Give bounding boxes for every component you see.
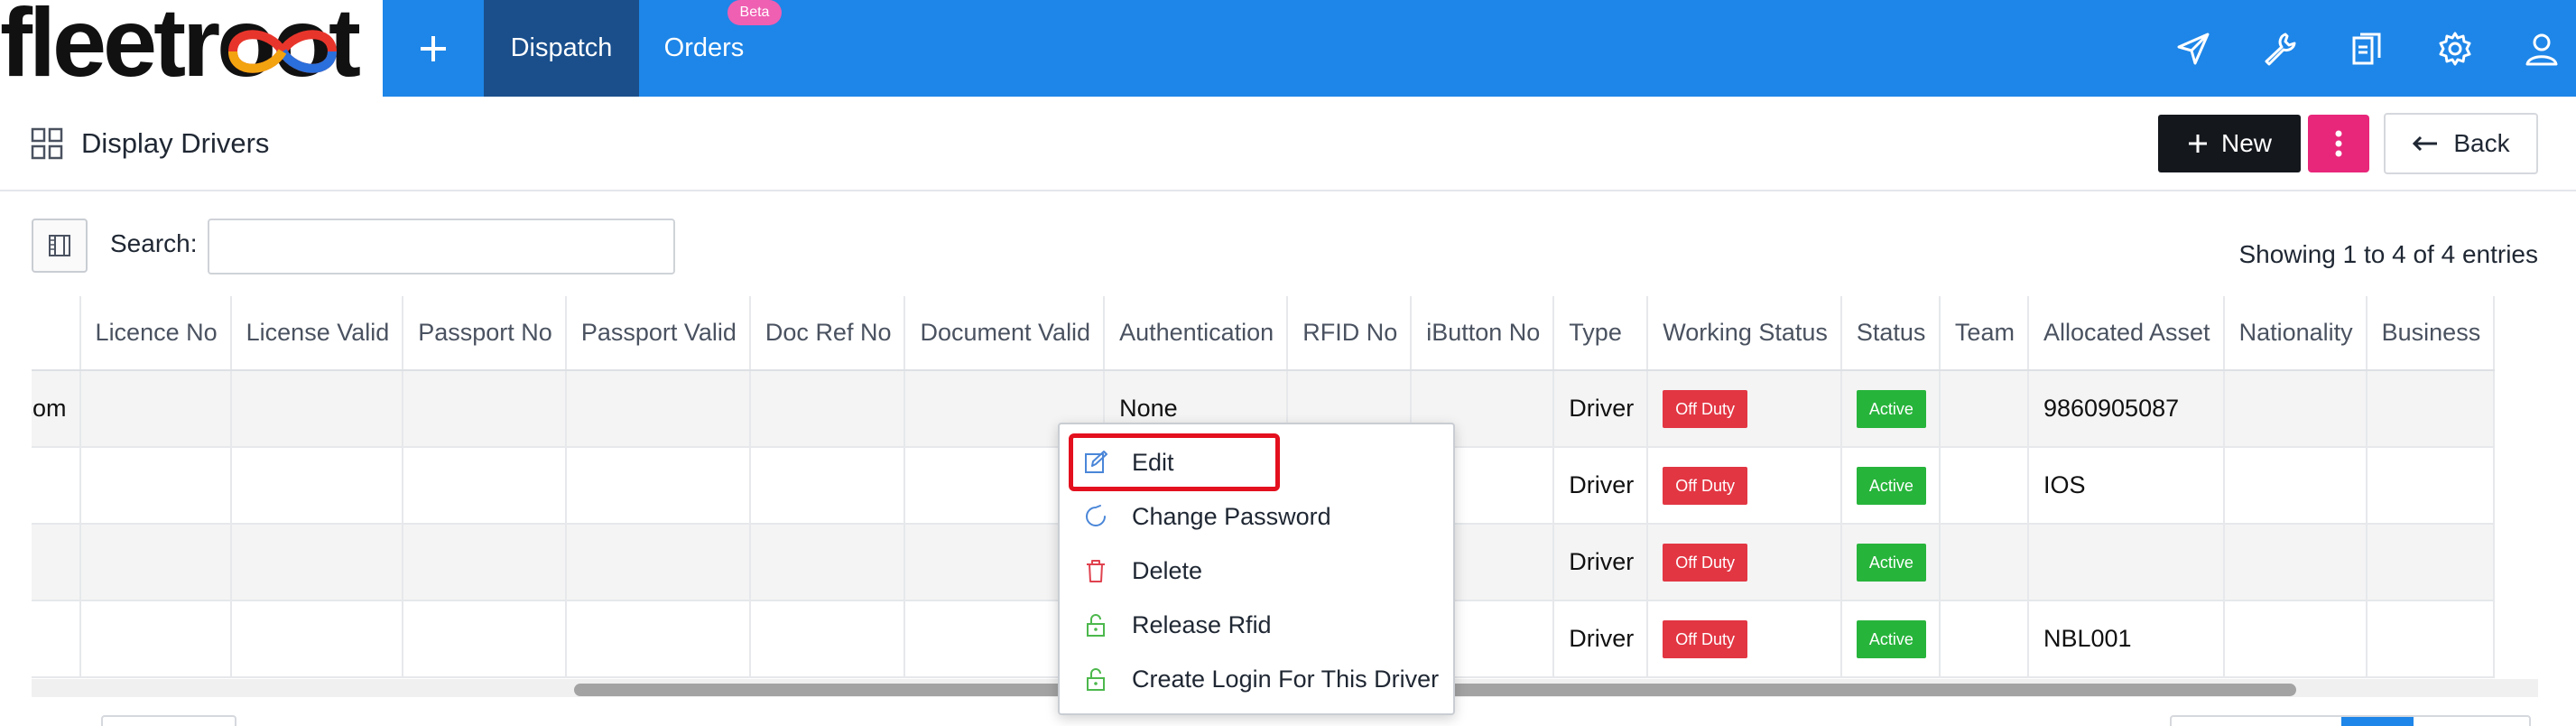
release-rfid-label: Release Rfid xyxy=(1132,610,1272,638)
status-cell: Active xyxy=(1840,524,1941,601)
column-header[interactable]: Doc Ref No xyxy=(749,296,906,371)
arrow-left-icon xyxy=(2413,135,2438,152)
gear-icon xyxy=(2439,32,2471,66)
status-cell: Active xyxy=(1840,370,1941,448)
working-status-badge: Off Duty xyxy=(1663,466,1747,505)
type-cell: Driver xyxy=(1553,600,1649,678)
working-status-badge: Off Duty xyxy=(1663,389,1747,428)
column-header[interactable]: Document Valid xyxy=(904,296,1106,371)
working-status-cell: Off Duty xyxy=(1647,600,1842,678)
edit-highlight-box xyxy=(1069,433,1280,491)
email-cell: com xyxy=(32,600,81,678)
search-label: Search: xyxy=(110,229,198,257)
allocated-asset-cell xyxy=(2027,524,2225,601)
grid-icon xyxy=(31,127,63,160)
column-header[interactable]: License Valid xyxy=(230,296,404,371)
column-header[interactable]: Type xyxy=(1553,296,1649,371)
change-password-label: Change Password xyxy=(1132,502,1331,530)
create-login-menu-item[interactable]: Create Login For This Driver xyxy=(1060,652,1453,706)
type-cell: Driver xyxy=(1553,524,1649,601)
column-header[interactable]: iButton No xyxy=(1411,296,1555,371)
working-status-badge: Off Duty xyxy=(1663,543,1747,582)
status-badge: Active xyxy=(1856,389,1926,428)
table-header-row: Licence No License Valid Passport No Pas… xyxy=(32,296,2496,371)
working-status-cell: Off Duty xyxy=(1647,447,1842,525)
refresh-icon xyxy=(1086,505,1106,526)
profile-button[interactable] xyxy=(2515,22,2569,76)
create-login-label: Create Login For This Driver xyxy=(1132,665,1440,693)
entries-info: Showing 1 to 4 of 4 entries xyxy=(2238,240,2538,268)
beta-badge: Beta xyxy=(727,0,782,25)
column-header[interactable]: Working Status xyxy=(1647,296,1842,371)
user-icon xyxy=(2525,33,2558,66)
wrench-icon xyxy=(2265,33,2296,66)
documents-icon xyxy=(2352,33,2381,65)
new-button[interactable]: New xyxy=(2158,115,2301,172)
column-header[interactable]: Status xyxy=(1840,296,1941,371)
tab-dispatch-label: Dispatch xyxy=(510,33,613,62)
status-badge: Active xyxy=(1856,543,1926,582)
column-header[interactable]: Team xyxy=(1939,296,2029,371)
status-cell: Active xyxy=(1840,447,1941,525)
logo[interactable]: fleetroot xyxy=(0,0,383,97)
email-cell xyxy=(32,524,81,601)
working-status-badge: Off Duty xyxy=(1663,619,1747,658)
column-header[interactable]: Passport No xyxy=(403,296,567,371)
page-header: Display Drivers New Back xyxy=(0,97,2576,191)
column-header[interactable]: RFID No xyxy=(1287,296,1413,371)
status-badge: Active xyxy=(1856,619,1926,658)
column-header[interactable]: Nationality xyxy=(2223,296,2368,371)
tab-dispatch[interactable]: Dispatch xyxy=(484,0,639,97)
column-header[interactable]: Authentication xyxy=(1104,296,1289,371)
working-status-cell: Off Duty xyxy=(1647,370,1842,448)
tab-orders-label: Orders xyxy=(663,33,745,62)
change-password-menu-item[interactable]: Change Password xyxy=(1060,489,1453,544)
unlock-icon xyxy=(1087,668,1105,691)
search-input[interactable] xyxy=(208,219,675,275)
pagination-active-page[interactable] xyxy=(2341,717,2414,726)
add-button[interactable] xyxy=(383,0,484,97)
column-header[interactable]: Business xyxy=(2366,296,2496,371)
columns-icon xyxy=(49,235,70,256)
allocated-asset-cell: NBL001 xyxy=(2027,600,2225,678)
plus-icon xyxy=(421,35,446,61)
column-visibility-button[interactable] xyxy=(32,219,88,273)
page-title: Display Drivers xyxy=(81,127,270,159)
tools-button[interactable] xyxy=(2253,22,2307,76)
back-button-label: Back xyxy=(2453,129,2510,157)
more-options-button[interactable] xyxy=(2308,115,2369,172)
delete-label: Delete xyxy=(1132,556,1203,584)
page-length-select[interactable] xyxy=(101,715,236,726)
type-cell: Driver xyxy=(1553,370,1649,448)
allocated-asset-cell: 9860905087 xyxy=(2027,370,2225,448)
column-header[interactable]: Licence No xyxy=(79,296,232,371)
unlock-icon xyxy=(1087,614,1105,637)
release-rfid-menu-item[interactable]: Release Rfid xyxy=(1060,598,1453,652)
working-status-cell: Off Duty xyxy=(1647,524,1842,601)
delete-menu-item[interactable]: Delete xyxy=(1060,544,1453,598)
column-header[interactable]: Allocated Asset xyxy=(2027,296,2225,371)
send-button[interactable] xyxy=(2166,22,2220,76)
logo-loop-icon xyxy=(227,30,338,73)
status-cell: Active xyxy=(1840,600,1941,678)
more-vertical-icon xyxy=(2335,130,2342,157)
settings-button[interactable] xyxy=(2428,22,2482,76)
new-button-label: New xyxy=(2220,129,2272,157)
top-navbar: fleetroot Dispatch Orders Beta xyxy=(0,0,2576,97)
plus-icon xyxy=(2188,135,2207,153)
column-header[interactable]: Passport Valid xyxy=(565,296,751,371)
type-cell: Driver xyxy=(1553,447,1649,525)
status-badge: Active xyxy=(1856,466,1926,505)
trash-icon xyxy=(1087,560,1105,582)
column-header[interactable] xyxy=(32,296,81,371)
documents-button[interactable] xyxy=(2340,22,2394,76)
email-cell xyxy=(32,447,81,525)
allocated-asset-cell: IOS xyxy=(2027,447,2225,525)
email-cell: driver.com xyxy=(32,370,81,448)
back-button[interactable]: Back xyxy=(2384,113,2538,174)
send-icon xyxy=(2177,33,2210,65)
